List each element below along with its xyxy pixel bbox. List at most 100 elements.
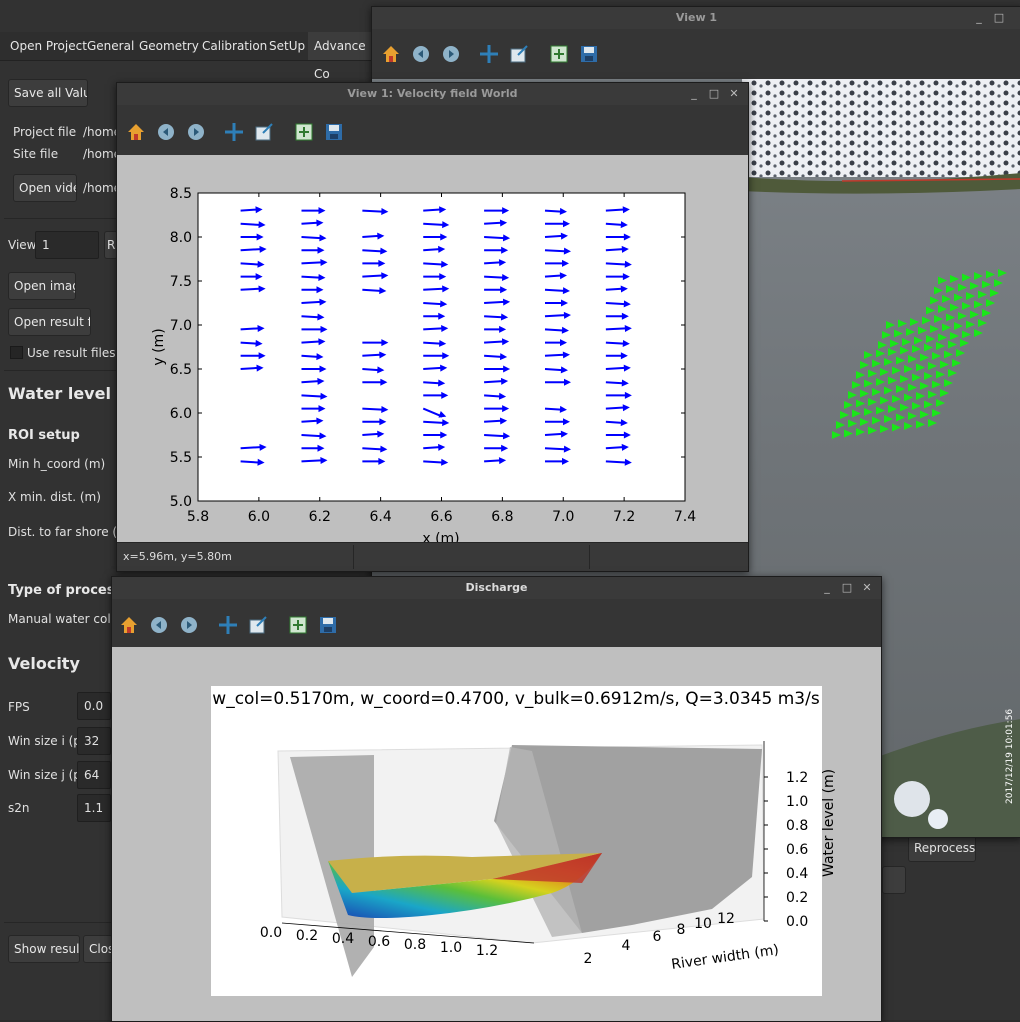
open-result-button[interactable]: Open result file <box>8 308 91 336</box>
close-icon[interactable]: ✕ <box>859 580 875 596</box>
x3d-tick-label: 0.0 <box>260 925 282 941</box>
show-results-button[interactable]: Show results <box>8 935 80 963</box>
forward-arrow-icon[interactable] <box>440 43 462 65</box>
close-button[interactable]: Close <box>83 935 113 963</box>
view-label: View <box>8 238 37 252</box>
cursor-coordinates: x=5.96m, y=5.80m <box>123 550 232 563</box>
win-size-i-field[interactable]: 32 <box>77 727 111 755</box>
extra-button[interactable] <box>882 866 906 894</box>
min-h-label: Min h_coord (m) <box>8 457 106 471</box>
y3d-tick-label: 10 <box>694 916 712 932</box>
zoom-rect-icon[interactable] <box>508 43 530 65</box>
x-tick-label: 7.2 <box>613 509 635 525</box>
water-level-label: Water level (m) <box>821 769 837 877</box>
x-min-label: X min. dist. (m) <box>8 490 101 504</box>
use-result-checkbox[interactable] <box>10 346 23 359</box>
x-tick-label: 6.4 <box>369 509 391 525</box>
win-size-j-field[interactable]: 64 <box>77 761 111 789</box>
view-spinbox[interactable]: 1 <box>35 231 99 259</box>
fps-field[interactable]: 0.0 <box>77 692 111 720</box>
save-all-button[interactable]: Save all Values <box>8 79 88 107</box>
tab-advance[interactable]: Advance Co <box>308 32 372 81</box>
x3d-tick-label: 0.2 <box>296 928 318 944</box>
maximize-icon[interactable]: □ <box>706 86 722 102</box>
save-icon[interactable] <box>323 121 345 143</box>
y-tick-label: 6.5 <box>170 362 192 378</box>
x-tick-label: 6.6 <box>430 509 452 525</box>
velocity-titlebar: View 1: Velocity field World <box>117 83 748 105</box>
view1-titlebar: View 1 <box>372 7 1020 29</box>
z3d-tick-label: 1.0 <box>786 794 808 810</box>
discharge-window: Discharge _ □ ✕ w_col=0.5170m, w_coord=0… <box>111 576 882 1022</box>
y3d-tick-label: 6 <box>653 929 662 945</box>
back-arrow-icon[interactable] <box>148 614 170 636</box>
discharge-3d-chart: w_col=0.5170m, w_coord=0.4700, v_bulk=0.… <box>112 647 881 1021</box>
pan-icon[interactable] <box>478 43 500 65</box>
forward-arrow-icon[interactable] <box>185 121 207 143</box>
s2n-field[interactable]: 1.1 <box>77 794 111 822</box>
x-tick-label: 6.8 <box>491 509 513 525</box>
dist-far-label: Dist. to far shore (m) <box>8 525 134 539</box>
y3d-tick-label: 12 <box>717 911 735 927</box>
pan-icon[interactable] <box>223 121 245 143</box>
roi-setup-heading: ROI setup <box>8 428 80 443</box>
velocity-title: View 1: Velocity field World <box>347 87 518 100</box>
zoom-rect-icon[interactable] <box>253 121 275 143</box>
y-tick-label: 7.5 <box>170 274 192 290</box>
minimize-icon[interactable]: _ <box>971 10 987 26</box>
minimize-icon[interactable]: _ <box>686 86 702 102</box>
configure-subplots-icon[interactable] <box>287 614 309 636</box>
z3d-tick-label: 0.8 <box>786 818 808 834</box>
save-icon[interactable] <box>578 43 600 65</box>
reprocess-button[interactable]: Reprocess <box>908 834 976 862</box>
use-result-label: Use result files <box>27 346 116 360</box>
water-level-heading: Water level <box>8 384 111 403</box>
velocity-window: View 1: Velocity field World _ □ ✕ 5.8 6.… <box>116 82 749 572</box>
tab-bar: Open Project General Geometry Calibratio… <box>0 32 372 81</box>
velocity-quiver-chart: 5.8 6.0 6.2 6.4 6.6 6.8 7.0 7.2 7.4 5.0 5.5 6.0 6.5… <box>117 155 748 543</box>
tab-geometry[interactable]: Geometry <box>139 39 199 53</box>
view1-title: View 1 <box>675 11 718 24</box>
y-tick-label: 7.0 <box>170 318 192 334</box>
x-tick-label: 6.0 <box>248 509 270 525</box>
discharge-titlebar: Discharge <box>112 577 881 599</box>
minimize-icon[interactable]: _ <box>819 580 835 596</box>
configure-subplots-icon[interactable] <box>548 43 570 65</box>
divider <box>4 370 116 371</box>
y-tick-label: 8.5 <box>170 186 192 202</box>
back-arrow-icon[interactable] <box>410 43 432 65</box>
tab-general[interactable]: General <box>87 39 134 53</box>
velocity-heading: Velocity <box>8 654 80 673</box>
maximize-icon[interactable]: □ <box>839 580 855 596</box>
home-icon[interactable] <box>125 121 147 143</box>
home-icon[interactable] <box>380 43 402 65</box>
y-tick-label: 5.5 <box>170 450 192 466</box>
pan-icon[interactable] <box>217 614 239 636</box>
z3d-tick-label: 0.6 <box>786 842 808 858</box>
back-arrow-icon[interactable] <box>155 121 177 143</box>
chart-title: w_col=0.5170m, w_coord=0.4700, v_bulk=0.… <box>212 689 820 709</box>
tab-calibration[interactable]: Calibration <box>202 39 267 53</box>
y-tick-label: 8.0 <box>170 230 192 246</box>
divider <box>353 545 354 569</box>
site-file-label: Site file <box>13 147 59 161</box>
open-image-button[interactable]: Open image <box>8 272 76 300</box>
zoom-rect-icon[interactable] <box>247 614 269 636</box>
configure-subplots-icon[interactable] <box>293 121 315 143</box>
discharge-toolbar <box>112 601 881 647</box>
tab-setup[interactable]: SetUp <box>269 39 305 53</box>
divider <box>589 545 590 569</box>
maximize-icon[interactable]: □ <box>991 10 1007 26</box>
project-file-label: Project file <box>13 125 77 139</box>
open-video-button[interactable]: Open video <box>13 174 77 202</box>
x3d-tick-label: 0.4 <box>332 931 354 947</box>
forward-arrow-icon[interactable] <box>178 614 200 636</box>
divider <box>4 218 116 219</box>
y3d-tick-label: 4 <box>622 938 631 954</box>
x3d-tick-label: 0.8 <box>404 937 426 953</box>
z3d-tick-label: 0.2 <box>786 890 808 906</box>
close-icon[interactable]: ✕ <box>726 86 742 102</box>
tab-open-project[interactable]: Open Project <box>10 39 87 53</box>
home-icon[interactable] <box>118 614 140 636</box>
save-icon[interactable] <box>317 614 339 636</box>
